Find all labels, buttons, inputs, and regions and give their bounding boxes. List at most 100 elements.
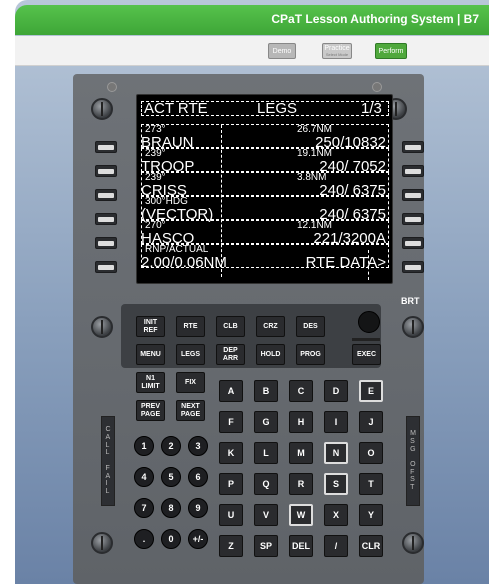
next-page-key[interactable]: NEXT PAGE [176,400,205,421]
cdu-panel: ACT RTE LEGS 1/3 273° 26.7NM BRAUN 250/1083… [73,74,424,584]
key-w[interactable]: W [289,504,313,526]
key-l[interactable]: L [254,442,278,464]
practice-button[interactable]: Practice Select Mode [322,43,352,59]
des-key[interactable]: DES [296,316,325,337]
cdu-screen: ACT RTE LEGS 1/3 273° 26.7NM BRAUN 250/1083… [136,94,393,284]
lsk-left-1[interactable] [95,141,117,153]
brt-label: BRT [401,296,420,306]
key-t[interactable]: T [359,473,383,495]
num-key-7[interactable]: 7 [134,498,154,518]
lsk-right-3[interactable] [402,189,424,201]
lsk-left-5[interactable] [95,237,117,249]
key-v[interactable]: V [254,504,278,526]
key-d[interactable]: D [324,380,348,402]
key-j[interactable]: J [359,411,383,433]
rte-key[interactable]: RTE [176,316,205,337]
lsk-left-6[interactable] [95,261,117,273]
perform-button[interactable]: Perform [375,43,407,59]
lsk-right-1[interactable] [402,141,424,153]
knob-icon [91,316,113,338]
mode-bar: ge Demo Practice Select Mode Perform [15,36,489,66]
key-q[interactable]: Q [254,473,278,495]
key-r[interactable]: R [289,473,313,495]
prog-key[interactable]: PROG [296,344,325,365]
key-slash[interactable]: / [324,535,348,557]
key-sp[interactable]: SP [254,535,278,557]
num-key-2[interactable]: 2 [161,436,181,456]
exec-key[interactable]: EXEC [352,344,381,365]
practice-sub-label: Select Mode [325,52,349,57]
brightness-knob-icon[interactable] [358,311,380,333]
init-ref-key[interactable]: INIT REF [136,316,165,337]
num-key-11[interactable]: 0 [161,529,181,549]
num-key-12[interactable]: +/- [188,529,208,549]
msg-ofst-annunciator: MSGOFST [406,416,420,506]
key-x[interactable]: X [324,504,348,526]
key-a[interactable]: A [219,380,243,402]
key-h[interactable]: H [289,411,313,433]
legs-key[interactable]: LEGS [176,344,205,365]
hold-key[interactable]: HOLD [256,344,285,365]
lsk-bar-icon [98,265,114,270]
knob-icon [91,532,113,554]
key-z[interactable]: Z [219,535,243,557]
num-key-4[interactable]: 4 [134,467,154,487]
key-c[interactable]: C [289,380,313,402]
right-divider [368,250,369,280]
key-f[interactable]: F [219,411,243,433]
app-title: CPaT Lesson Authoring System | B7 [271,12,479,26]
num-key-3[interactable]: 3 [188,436,208,456]
lsk-bar-icon [405,217,421,222]
key-p[interactable]: P [219,473,243,495]
key-e[interactable]: E [359,380,383,402]
lsk-bar-icon [98,193,114,198]
key-g[interactable]: G [254,411,278,433]
key-n[interactable]: N [324,442,348,464]
lsk-bar-icon [405,145,421,150]
lsk-left-4[interactable] [95,213,117,225]
screen-title-right: 1/3 [361,100,382,117]
key-b[interactable]: B [254,380,278,402]
clb-key[interactable]: CLB [216,316,245,337]
fix-key[interactable]: FIX [176,372,205,393]
lsk-bar-icon [98,241,114,246]
key-u[interactable]: U [219,504,243,526]
num-key-5[interactable]: 5 [161,467,181,487]
app-frame: CPaT Lesson Authoring System | B7 ge Dem… [15,0,489,584]
demo-button[interactable]: Demo [268,43,296,59]
num-key-10[interactable]: . [134,529,154,549]
menu-key[interactable]: MENU [136,344,165,365]
screen-title-center: LEGS [257,100,298,117]
lsk-right-5[interactable] [402,237,424,249]
key-clr[interactable]: CLR [359,535,383,557]
brt-knob-icon[interactable] [402,316,424,338]
dep-arr-key[interactable]: DEP ARR [216,344,245,365]
knob-icon [402,532,424,554]
key-o[interactable]: O [359,442,383,464]
num-key-9[interactable]: 9 [188,498,208,518]
lsk-right-4[interactable] [402,213,424,225]
exec-light [352,338,380,341]
screw-icon [372,82,382,92]
lsk-right-2[interactable] [402,165,424,177]
lsk-bar-icon [405,193,421,198]
key-del[interactable]: DEL [289,535,313,557]
screw-icon [107,82,117,92]
row-outline [141,148,389,172]
prev-page-key[interactable]: PREV PAGE [136,400,165,421]
lsk-left-3[interactable] [95,189,117,201]
lsk-bar-icon [98,217,114,222]
key-s[interactable]: S [324,473,348,495]
row-outline [141,124,389,148]
crz-key[interactable]: CRZ [256,316,285,337]
key-m[interactable]: M [289,442,313,464]
num-key-8[interactable]: 8 [161,498,181,518]
n1-limit-key[interactable]: N1 LIMIT [136,372,165,393]
key-i[interactable]: I [324,411,348,433]
key-k[interactable]: K [219,442,243,464]
num-key-6[interactable]: 6 [188,467,208,487]
key-y[interactable]: Y [359,504,383,526]
num-key-1[interactable]: 1 [134,436,154,456]
lsk-right-6[interactable] [402,261,424,273]
lsk-left-2[interactable] [95,165,117,177]
